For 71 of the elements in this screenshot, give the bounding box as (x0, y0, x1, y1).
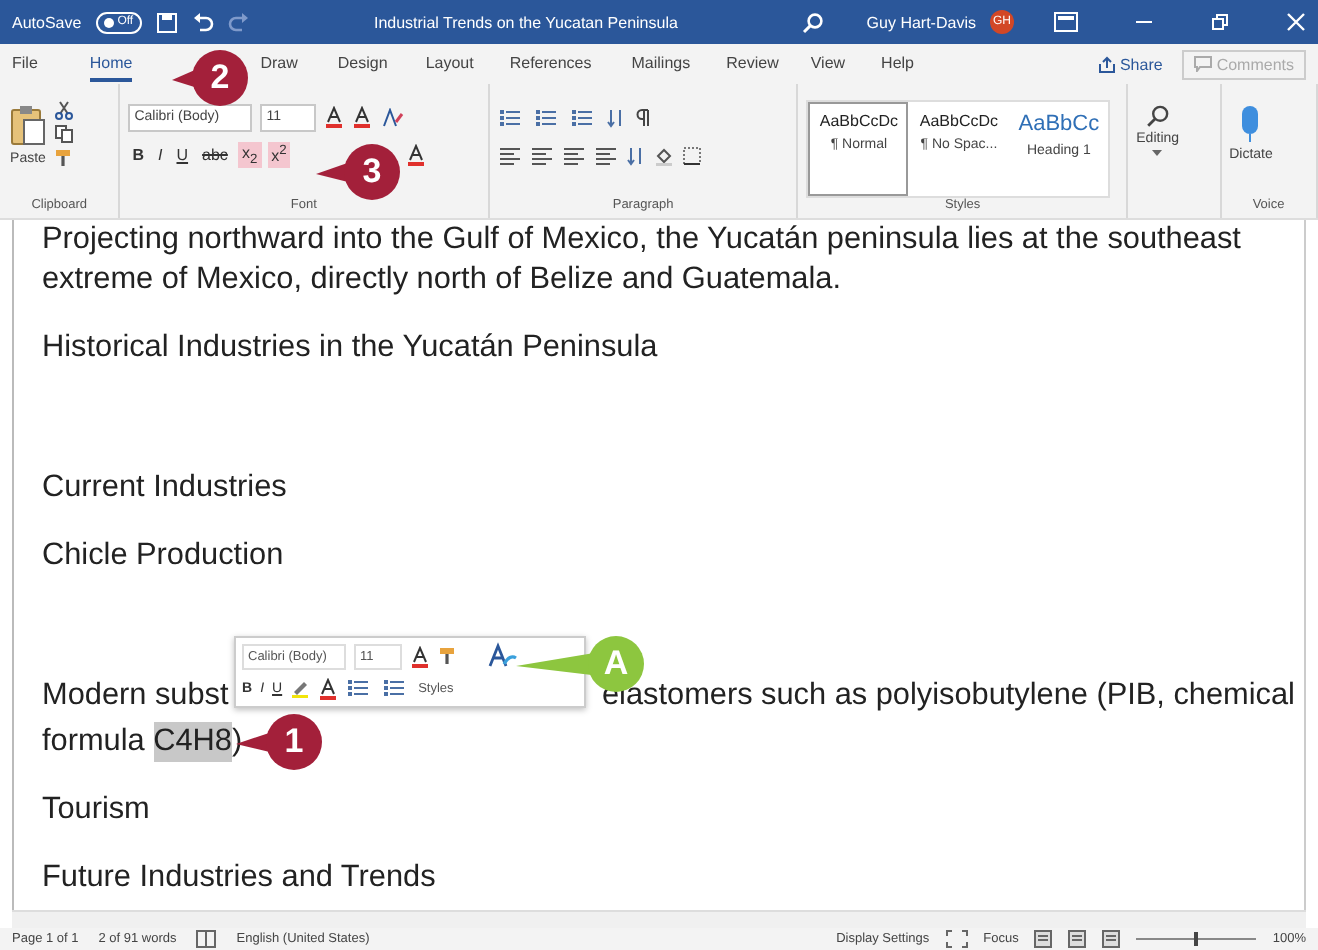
restore-icon[interactable] (1209, 12, 1230, 32)
bullets-icon[interactable] (497, 107, 526, 127)
step-callout: 3 (316, 144, 400, 200)
ribbon-tab[interactable]: Mailings (631, 47, 691, 81)
paragraph-text: formula (42, 722, 147, 762)
caret-icon (1152, 150, 1163, 156)
proofing-icon[interactable] (196, 929, 217, 948)
font-color-icon[interactable] (406, 144, 427, 166)
shading-icon[interactable] (653, 145, 674, 165)
numbering-icon[interactable] (533, 107, 562, 127)
format-button[interactable]: U (172, 144, 193, 166)
redo-icon[interactable] (227, 11, 250, 33)
paragraph-text: ) (231, 722, 243, 762)
format-button[interactable]: I (154, 144, 167, 166)
user-name: Guy Hart-Davis (866, 13, 976, 31)
share-button[interactable]: Share (1089, 51, 1171, 77)
ribbon-tab[interactable]: Review (726, 47, 779, 81)
save-icon[interactable] (155, 11, 178, 33)
font-color-icon[interactable] (318, 677, 339, 699)
window-title: Industrial Trends on the Yucatan Peninsula (373, 13, 678, 31)
close-icon[interactable] (1285, 12, 1306, 32)
step-callout: 2 (172, 50, 248, 106)
read-mode-icon[interactable] (1034, 929, 1053, 948)
highlight-icon[interactable] (290, 678, 311, 698)
paragraph-text: Historical Industries in the Yucatán Peninsula (42, 328, 658, 368)
paragraph-text: Projecting northward into the Gulf of Mexico, the Yucatán peninsula lies at the southeast (42, 220, 1241, 260)
paragraph-text: Tourism (42, 790, 150, 830)
ribbon-tab[interactable]: Layout (425, 47, 474, 81)
ribbon-tab[interactable]: Design (337, 47, 388, 81)
undo-icon[interactable] (191, 11, 214, 33)
show-marks-icon[interactable] (633, 107, 650, 127)
line-spacing-icon[interactable] (625, 145, 646, 165)
comment-icon (1194, 56, 1213, 72)
format-button[interactable]: x$^{2}$ (267, 142, 291, 168)
selected-text: C4H8 (153, 722, 232, 762)
multilevel-list-icon[interactable] (569, 107, 598, 127)
share-icon (1097, 55, 1116, 73)
align-right-icon[interactable] (561, 145, 586, 165)
align-left-icon[interactable] (497, 145, 522, 165)
paragraph-text: extreme of Mexico, directly north of Belize and Guatemala. (42, 260, 841, 300)
justify-icon[interactable] (593, 145, 618, 165)
format-button[interactable]: B (128, 144, 149, 166)
print-layout-icon[interactable] (1068, 929, 1087, 948)
ribbon-tab[interactable]: References (509, 47, 592, 81)
paragraph-text: Current Industries (42, 468, 287, 508)
borders-icon[interactable] (681, 145, 702, 165)
paragraph-text: Chicle Production (42, 536, 284, 576)
web-layout-icon[interactable] (1102, 929, 1121, 948)
copy-icon[interactable] (54, 124, 74, 144)
sort-icon[interactable] (605, 107, 626, 127)
ribbon-tab[interactable]: Help (881, 47, 914, 81)
search-icon (1145, 104, 1170, 128)
center-icon[interactable] (529, 145, 554, 165)
format-button[interactable]: abc (198, 144, 232, 166)
paragraph-text: Future Industries and Trends (42, 858, 436, 898)
focus-icon[interactable] (945, 929, 968, 948)
cut-icon[interactable] (54, 100, 74, 120)
format-painter-icon[interactable] (438, 646, 458, 666)
styles-icon[interactable] (486, 642, 518, 670)
ribbon-tab[interactable]: File (12, 47, 38, 81)
clear-formatting-icon[interactable] (380, 107, 405, 127)
ribbon-display-icon[interactable] (1053, 12, 1078, 32)
format-painter-icon[interactable] (54, 148, 74, 168)
ribbon-tab[interactable]: View (810, 47, 846, 81)
horizontal-scrollbar[interactable] (12, 910, 1306, 928)
ribbon-tab[interactable]: Draw (260, 47, 298, 81)
autosave-label: AutoSave (12, 13, 82, 31)
clipboard-icon (8, 104, 48, 148)
search-icon[interactable] (802, 11, 825, 33)
format-button[interactable]: x$_{2}$ (237, 141, 262, 169)
paragraph-text: Modern subst (42, 678, 229, 712)
